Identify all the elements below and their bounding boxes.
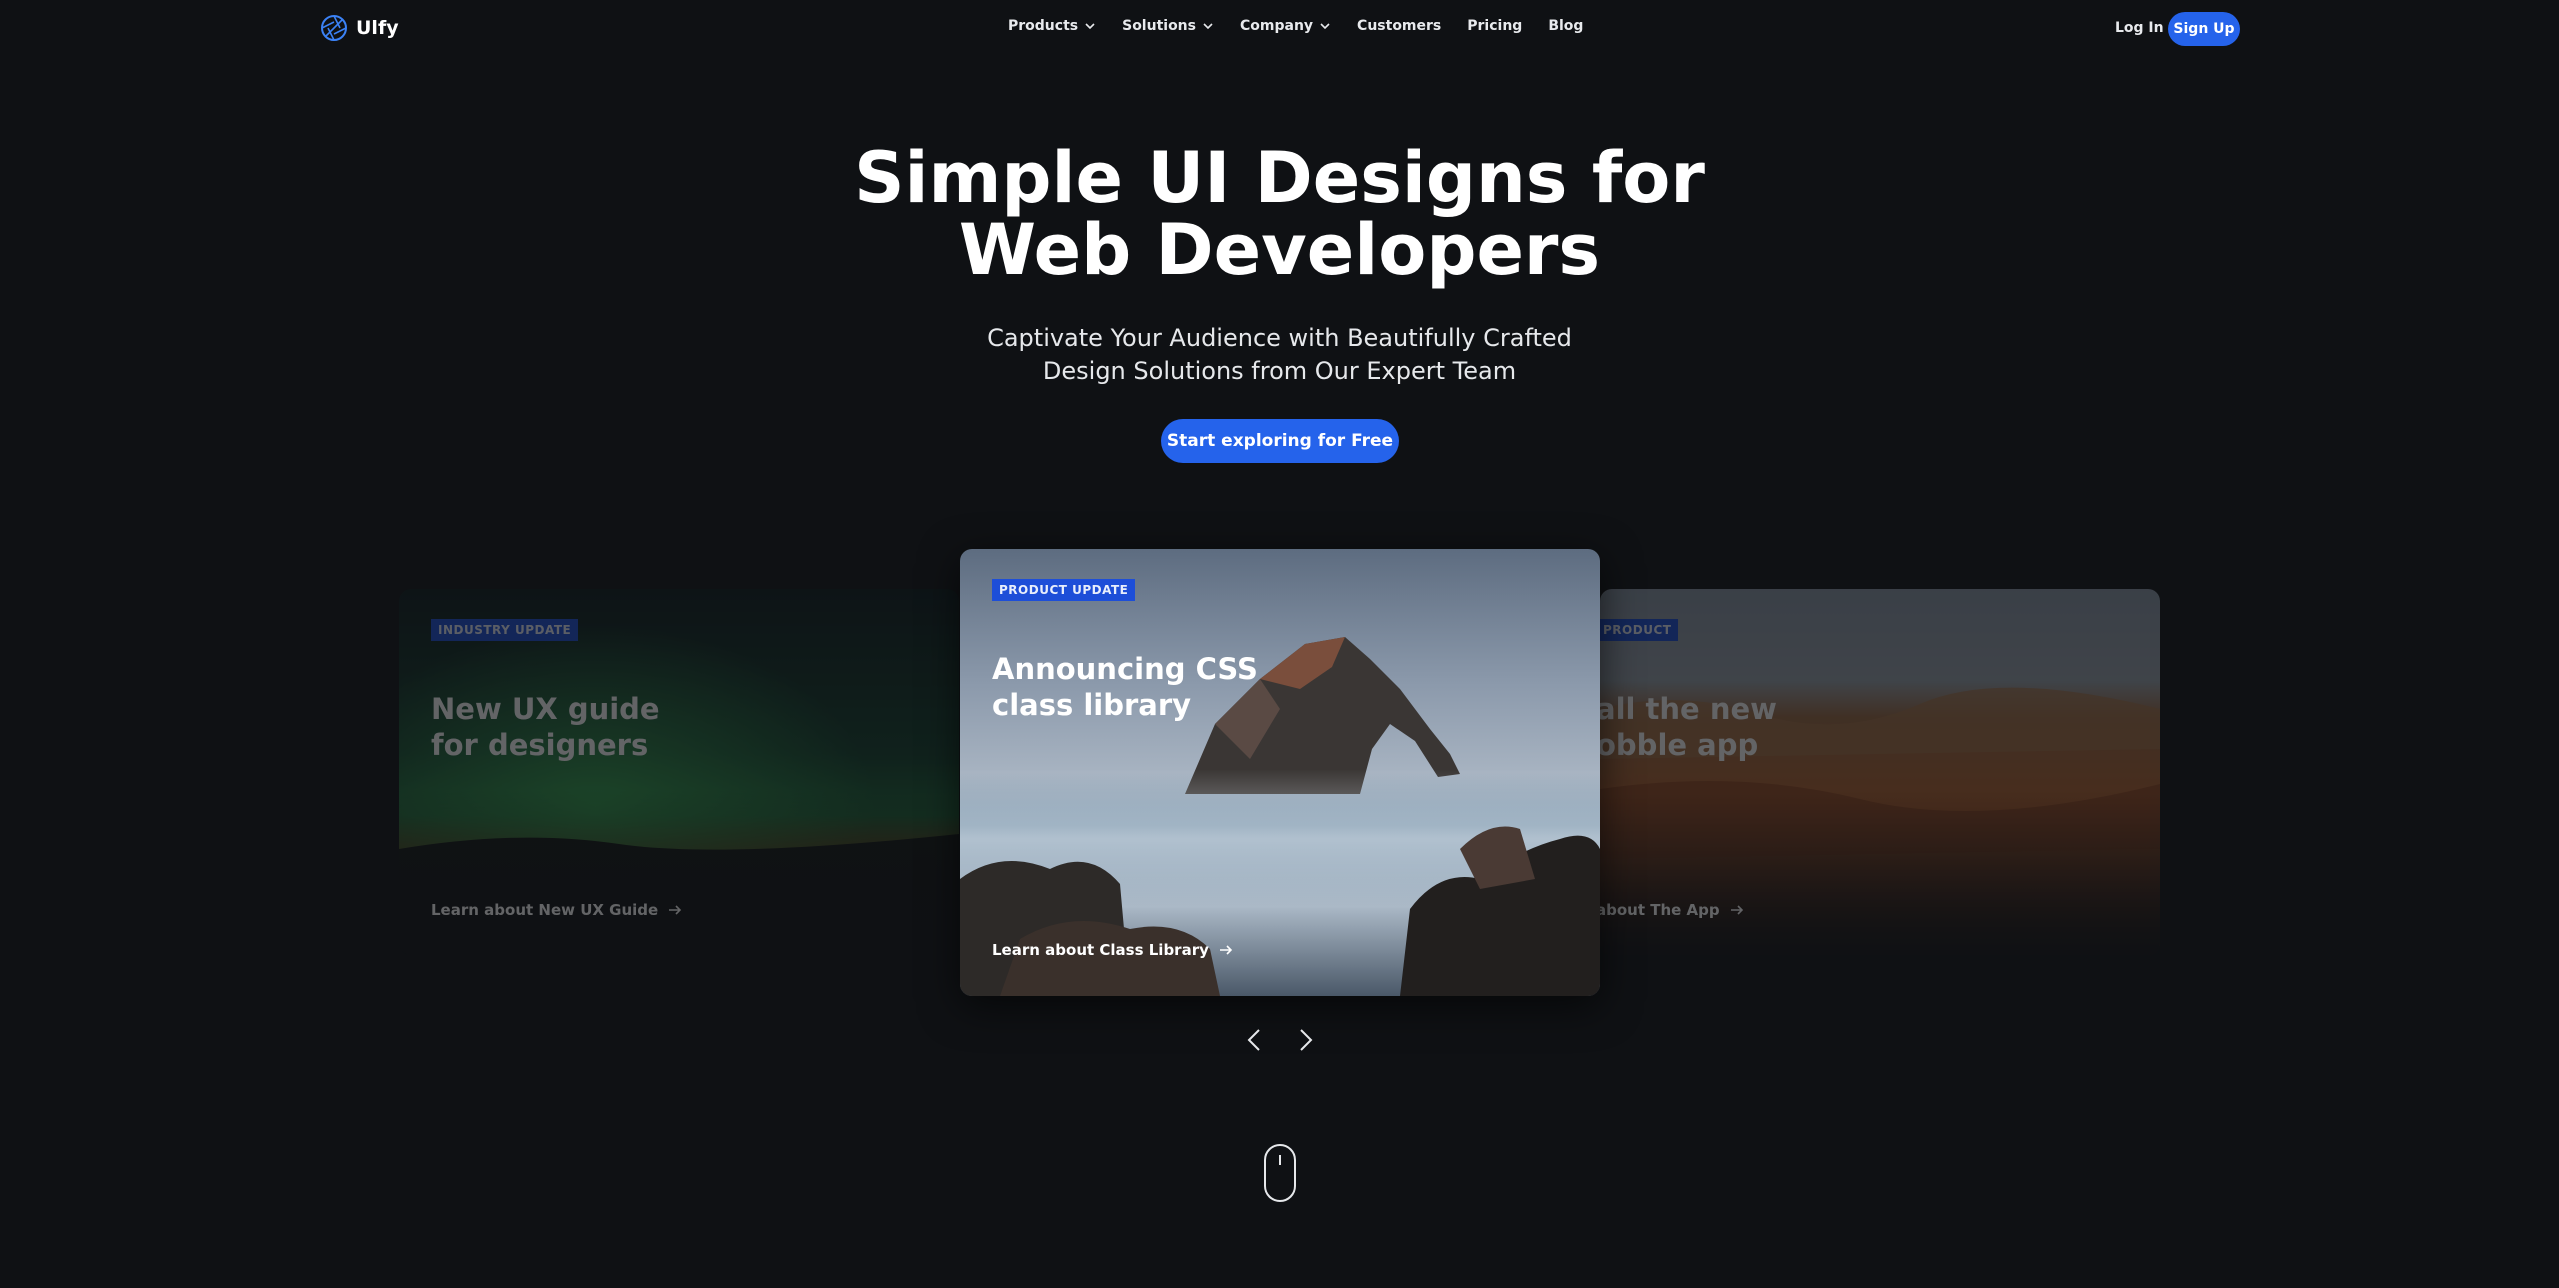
arrow-right-icon	[1219, 945, 1233, 955]
sea-arch-rock-image	[960, 549, 1600, 996]
scroll-mouse-icon	[1264, 1144, 1296, 1202]
hero-subtitle-line: Design Solutions from Our Expert Team	[1042, 357, 1517, 385]
hero-subtitle-line: Captivate Your Audience with Beautifully…	[987, 324, 1572, 352]
hero-title: Simple UI Designs for Web Developers	[0, 142, 2559, 286]
nav-item-label: Company	[1240, 18, 1314, 34]
hero-subtitle: Captivate Your Audience with Beautifully…	[0, 322, 2559, 388]
hero-title-line: Simple UI Designs for	[854, 137, 1705, 219]
card-learn-link[interactable]: Learn about New UX Guide	[431, 901, 683, 919]
arrow-right-icon	[669, 905, 682, 915]
chevron-left-icon[interactable]	[1240, 1025, 1270, 1055]
hero-title-line: Web Developers	[958, 209, 1601, 291]
card-title-line: obble app	[1600, 728, 1759, 762]
card-title: Announcing CSS class library	[992, 651, 1258, 723]
card-tag: PRODUCT	[1600, 619, 1679, 641]
aperture-icon	[321, 15, 347, 41]
card-title-line: class library	[992, 688, 1192, 722]
card-title: all the new obble app	[1600, 691, 1777, 763]
brand-logo[interactable]: Ulfy	[320, 14, 399, 42]
card-learn-link[interactable]: Learn about Class Library	[992, 941, 1234, 959]
card-title-line: for designers	[431, 728, 649, 762]
carousel-card-ux-guide[interactable]: INDUSTRY UPDATE New UX guide for designe…	[399, 589, 959, 955]
nav-item-label: Customers	[1357, 18, 1442, 34]
chevron-down-icon	[1085, 23, 1095, 30]
chevron-right-icon[interactable]	[1290, 1025, 1320, 1055]
card-tag: PRODUCT UPDATE	[992, 579, 1136, 601]
login-link[interactable]: Log In	[2115, 20, 2164, 36]
card-learn-link[interactable]: about The App	[1600, 901, 1745, 919]
carousel-card-css-library[interactable]: PRODUCT UPDATE Announcing CSS class libr…	[960, 549, 1600, 996]
card-link-label: Learn about Class Library	[992, 941, 1209, 959]
nav-item-label: Pricing	[1467, 18, 1523, 34]
main-nav: Products Solutions Company Customers Pri…	[1008, 18, 1583, 34]
nav-item-pricing[interactable]: Pricing	[1467, 18, 1522, 34]
start-exploring-button[interactable]: Start exploring for Free	[1161, 419, 1399, 463]
nav-item-label: Blog	[1548, 18, 1584, 34]
card-title-line: Announcing CSS	[992, 652, 1258, 686]
card-tag: INDUSTRY UPDATE	[431, 619, 579, 641]
nav-item-solutions[interactable]: Solutions	[1122, 18, 1214, 34]
carousel-card-app[interactable]: PRODUCT all the new obble app about The …	[1600, 589, 2160, 955]
chevron-down-icon	[1203, 23, 1213, 30]
signup-button[interactable]: Sign Up	[2168, 12, 2240, 46]
nav-item-blog[interactable]: Blog	[1548, 18, 1583, 34]
card-link-label: about The App	[1600, 901, 1720, 919]
card-title-line: all the new	[1600, 692, 1777, 726]
nav-item-customers[interactable]: Customers	[1357, 18, 1441, 34]
nav-item-label: Solutions	[1122, 18, 1196, 34]
nav-item-products[interactable]: Products	[1008, 18, 1096, 34]
card-title-line: New UX guide	[431, 692, 660, 726]
nav-item-company[interactable]: Company	[1240, 18, 1331, 34]
nav-item-label: Products	[1008, 18, 1079, 34]
arrow-right-icon	[1730, 905, 1743, 915]
card-title: New UX guide for designers	[431, 691, 660, 763]
chevron-down-icon	[1320, 23, 1330, 30]
card-link-label: Learn about New UX Guide	[431, 901, 659, 919]
brand-name: Ulfy	[356, 17, 399, 39]
